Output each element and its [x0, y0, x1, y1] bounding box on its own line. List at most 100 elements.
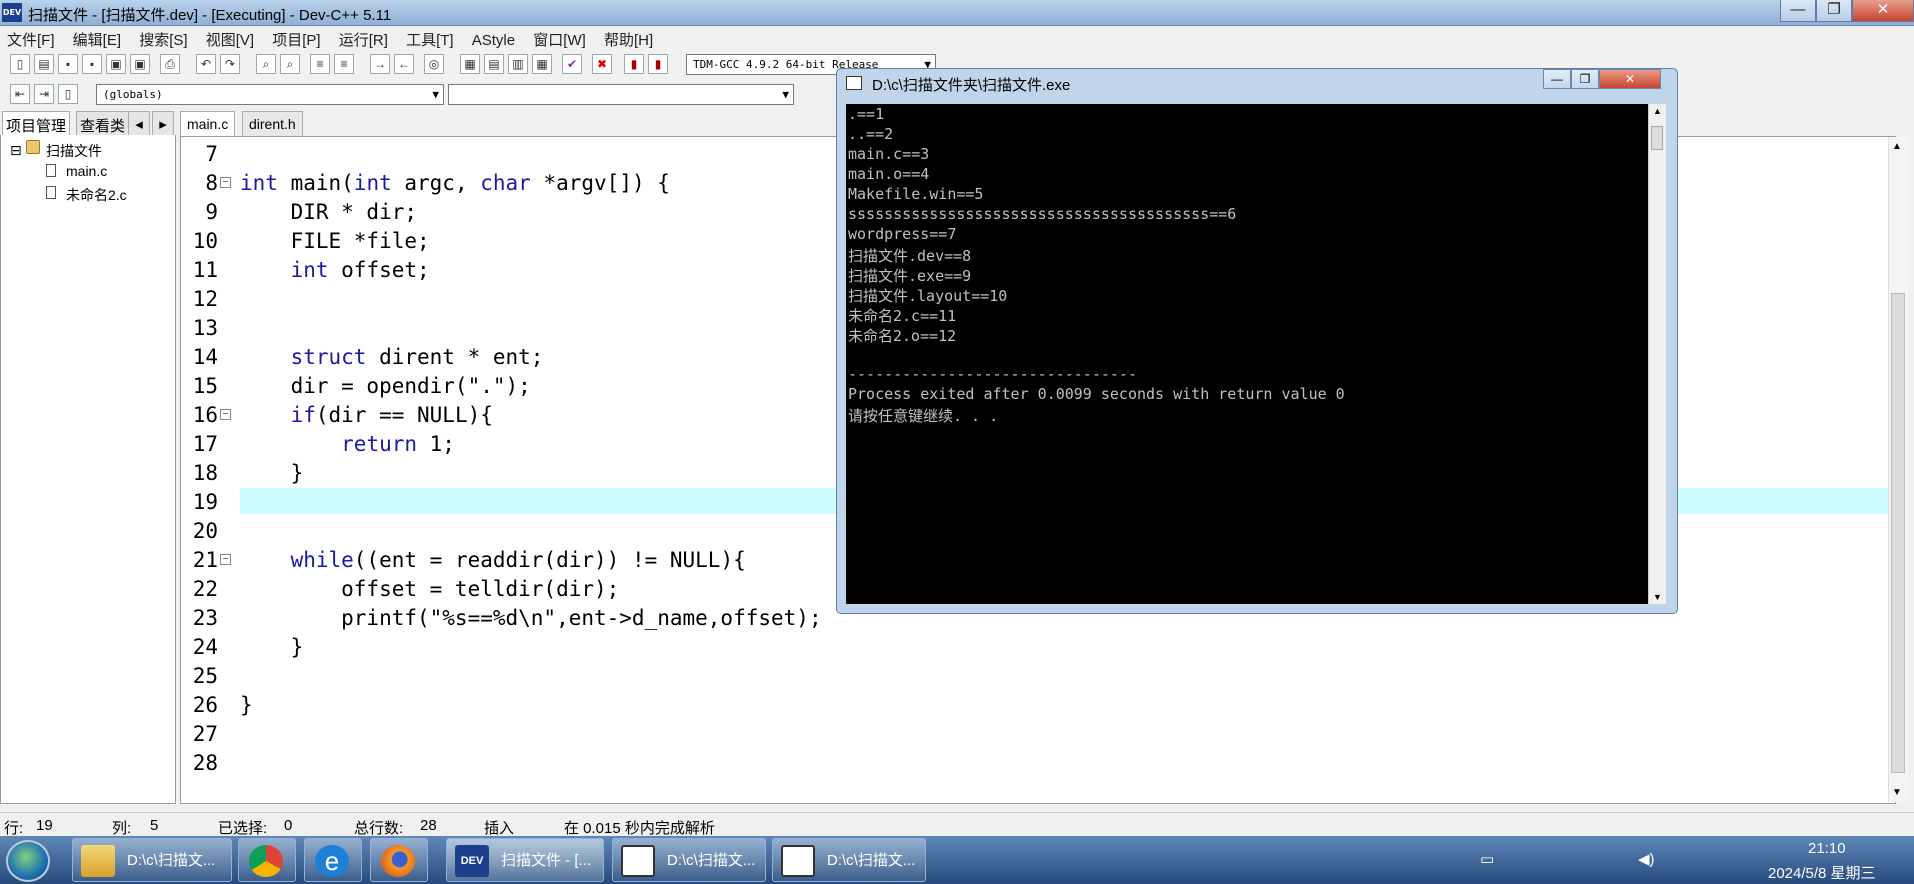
- keyword: return: [341, 432, 418, 456]
- console-minimize-button[interactable]: —: [1543, 69, 1571, 89]
- stop-icon[interactable]: ✖: [592, 54, 612, 74]
- rebuild-icon[interactable]: ▦: [532, 54, 552, 74]
- chevron-left-icon[interactable]: ◂: [128, 111, 150, 135]
- clock-date[interactable]: 2024/5/8 星期三: [1768, 862, 1876, 883]
- fold-toggle-icon[interactable]: −: [220, 409, 231, 420]
- insert-icon[interactable]: ⇤: [10, 84, 30, 104]
- open-file-icon[interactable]: ▤: [34, 54, 54, 74]
- taskbar-console-2-label: D:\c\扫描文...: [827, 852, 916, 869]
- project-node[interactable]: 扫描文件: [46, 141, 102, 161]
- console-icon: [846, 76, 862, 90]
- project-panel: [0, 111, 176, 804]
- taskbar-folder[interactable]: D:\c\扫描文...: [72, 838, 232, 882]
- fold-toggle-icon[interactable]: −: [220, 177, 231, 188]
- taskbar-devcpp[interactable]: DEV 扫描文件 - [...: [446, 838, 604, 882]
- tab-classes[interactable]: 查看类: [76, 111, 130, 135]
- menu-window[interactable]: 窗口[W]: [526, 27, 593, 52]
- scroll-down-icon[interactable]: ▼: [1653, 592, 1662, 602]
- run-icon[interactable]: ▤: [484, 54, 504, 74]
- redo-icon[interactable]: ↷: [220, 54, 240, 74]
- close-file-icon[interactable]: ▣: [106, 54, 126, 74]
- tab-dirent-h[interactable]: dirent.h: [242, 111, 303, 136]
- menu-astyle[interactable]: AStyle: [465, 30, 522, 51]
- close-all-icon[interactable]: ▣: [130, 54, 150, 74]
- volume-icon[interactable]: ◀): [1638, 850, 1655, 868]
- tab-main-c[interactable]: main.c: [180, 111, 236, 136]
- save-all-icon[interactable]: ▪: [82, 54, 102, 74]
- scope-label: (globals): [103, 88, 163, 101]
- replace-icon[interactable]: ⌕: [280, 54, 300, 74]
- print-icon[interactable]: ⎙: [160, 54, 180, 74]
- menu-search[interactable]: 搜索[S]: [132, 27, 194, 52]
- line-number: 24: [192, 635, 218, 659]
- scroll-down-icon[interactable]: ▼: [1892, 787, 1902, 798]
- console-line: Makefile.win==5: [848, 185, 984, 203]
- taskbar-console-1[interactable]: D:\c\扫描文...: [612, 838, 766, 882]
- scroll-thumb[interactable]: [1891, 293, 1905, 773]
- line-number: 8: [205, 171, 218, 195]
- goto-icon[interactable]: →: [370, 54, 390, 74]
- status-total-label: 总行数:: [354, 820, 404, 837]
- line-number: 25: [192, 664, 218, 688]
- close-button[interactable]: ✕: [1852, 0, 1914, 22]
- menu-project[interactable]: 项目[P]: [265, 27, 327, 52]
- toggle-bookmark-icon[interactable]: ⇥: [34, 84, 54, 104]
- check-syntax-icon[interactable]: ✔: [562, 54, 582, 74]
- editor-scrollbar[interactable]: ▲ ▼: [1888, 137, 1908, 802]
- chart-icon[interactable]: ▮: [624, 54, 644, 74]
- goto-bookmark-icon[interactable]: ▯: [58, 84, 78, 104]
- compile-run-icon[interactable]: ▥: [508, 54, 528, 74]
- line-number: 7: [205, 142, 218, 166]
- undo-icon[interactable]: ↶: [196, 54, 216, 74]
- start-button[interactable]: [6, 840, 50, 882]
- symbol-select[interactable]: ▼: [448, 84, 794, 105]
- back-icon[interactable]: ←: [394, 54, 414, 74]
- minimize-button[interactable]: —: [1780, 0, 1816, 22]
- code-line: int offset;: [290, 258, 430, 282]
- find-icon[interactable]: ⌕: [256, 54, 276, 74]
- menu-tools[interactable]: 工具[T]: [399, 27, 461, 52]
- profile-icon[interactable]: ▮: [648, 54, 668, 74]
- taskbar-chrome[interactable]: [238, 838, 296, 882]
- console-maximize-button[interactable]: ❐: [1571, 69, 1599, 89]
- indent-icon[interactable]: ≡: [310, 54, 330, 74]
- line-number: 26: [192, 693, 218, 717]
- maximize-button[interactable]: ❐: [1816, 0, 1852, 22]
- console-line: ..==2: [848, 125, 894, 143]
- scroll-thumb[interactable]: [1651, 126, 1663, 150]
- menu-run[interactable]: 运行[R]: [332, 27, 395, 52]
- tree-collapse-icon[interactable]: ⊟: [10, 142, 22, 159]
- tab-project[interactable]: 项目管理: [2, 111, 71, 135]
- main-toolbar: ▯ ▤ ▪ ▪ ▣ ▣ ⎙ ↶ ↷ ⌕ ⌕ ≡ ≡ → ← ◎ ▦ ▤ ▥ ▦ …: [0, 50, 950, 78]
- menu-view[interactable]: 视图[V]: [199, 27, 261, 52]
- code-line: if(dir == NULL){: [290, 403, 493, 427]
- console-line: Process exited after 0.0099 seconds with…: [848, 385, 1345, 403]
- save-icon[interactable]: ▪: [58, 54, 78, 74]
- scope-select[interactable]: (globals) ▼: [96, 84, 444, 105]
- keyword: if: [290, 403, 316, 427]
- taskbar-firefox[interactable]: [370, 838, 428, 882]
- taskbar-console-2[interactable]: D:\c\扫描文...: [772, 838, 926, 882]
- console-line: 未命名2.o==12: [848, 327, 957, 345]
- tree-file-unnamed2[interactable]: 未命名2.c: [66, 185, 127, 205]
- compile-icon[interactable]: ▦: [460, 54, 480, 74]
- scroll-up-icon[interactable]: ▲: [1653, 106, 1662, 116]
- console-close-button[interactable]: ✕: [1599, 69, 1661, 89]
- menu-help[interactable]: 帮助[H]: [597, 27, 660, 52]
- unindent-icon[interactable]: ≡: [334, 54, 354, 74]
- new-file-icon[interactable]: ▯: [10, 54, 30, 74]
- console-scrollbar[interactable]: ▲ ▼: [1648, 104, 1666, 604]
- tree-file-main[interactable]: main.c: [66, 163, 107, 179]
- clock-time[interactable]: 21:10: [1808, 840, 1846, 857]
- scroll-up-icon[interactable]: ▲: [1892, 141, 1902, 152]
- keyboard-icon[interactable]: ▭: [1480, 850, 1494, 868]
- taskbar-ie[interactable]: e: [304, 838, 362, 882]
- class-browser-icon[interactable]: ◎: [424, 54, 444, 74]
- console-line: 扫描文件.exe==9: [848, 267, 972, 285]
- menu-edit[interactable]: 编辑[E]: [66, 27, 128, 52]
- menu-file[interactable]: 文件[F]: [0, 27, 62, 52]
- fold-toggle-icon[interactable]: −: [220, 554, 231, 565]
- console-output[interactable]: [846, 104, 1648, 604]
- line-number: 12: [192, 287, 218, 311]
- chevron-right-icon[interactable]: ▸: [152, 111, 174, 135]
